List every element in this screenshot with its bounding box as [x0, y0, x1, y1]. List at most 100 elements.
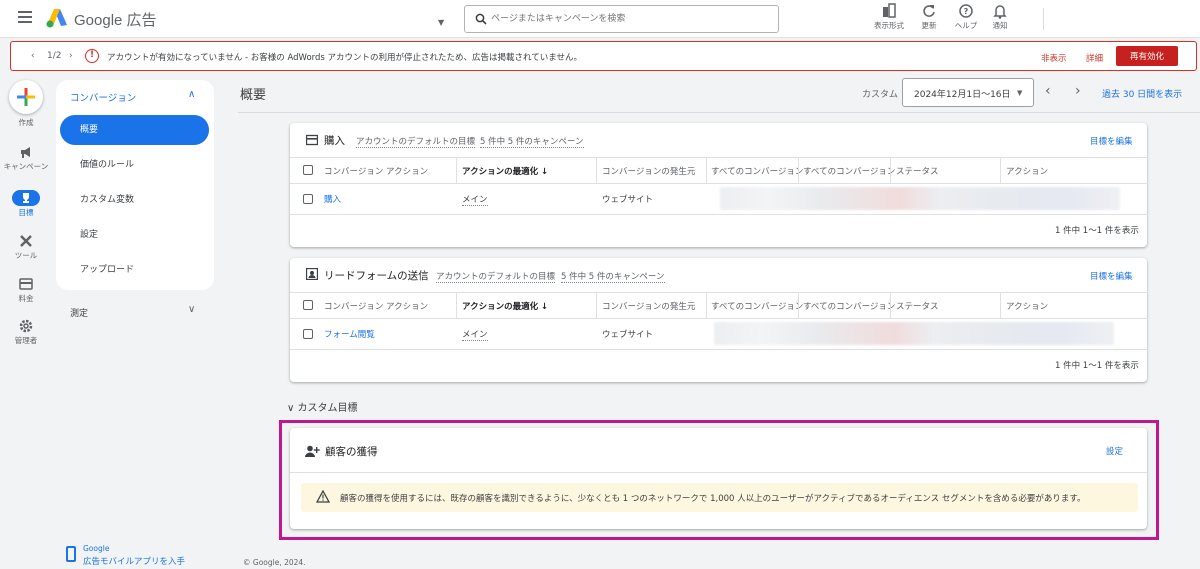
col-action[interactable]: アクション	[1006, 165, 1048, 177]
date-next-icon[interactable]: ›	[1075, 83, 1081, 99]
chevron-up-icon[interactable]: ∧	[188, 89, 195, 100]
optimization-value: メイン	[462, 330, 488, 341]
date-prev-icon[interactable]: ‹	[1045, 83, 1051, 99]
account-dropdown-icon[interactable]: ▼	[438, 18, 444, 27]
col-divider	[890, 158, 891, 184]
search-icon	[475, 13, 487, 25]
acquisition-settings-link[interactable]: 設定	[1106, 445, 1123, 457]
alert-next-icon[interactable]: ›	[69, 51, 73, 61]
alert-hide-link[interactable]: 非表示	[1041, 52, 1067, 64]
reactivate-button[interactable]: 再有効化	[1116, 46, 1178, 66]
purchase-campaign-count[interactable]: 5 件中 5 件のキャンペーン	[480, 135, 584, 148]
warning-icon	[316, 490, 330, 503]
col-action[interactable]: アクション	[1006, 300, 1048, 312]
lead-form-edit-goal-link[interactable]: 目標を編集	[1090, 270, 1133, 282]
google-ads-logo-icon[interactable]	[46, 8, 68, 28]
col-optimization[interactable]: アクションの最適化 ↓	[462, 300, 548, 312]
tools-icon	[20, 235, 32, 247]
search-input[interactable]	[491, 12, 771, 26]
credit-card-icon	[19, 278, 33, 290]
rail-item-admin[interactable]: 管理者	[0, 318, 52, 346]
col-all-conversions-2[interactable]: すべてのコンバージョン	[803, 300, 895, 312]
alert-prev-icon[interactable]: ‹	[31, 51, 35, 61]
header-divider	[238, 112, 1200, 113]
megaphone-icon	[21, 147, 30, 158]
col-all-conversions-1[interactable]: すべてのコンバージョン	[711, 165, 803, 177]
row-checkbox[interactable]	[303, 329, 313, 339]
col-status[interactable]: ステータス	[896, 165, 939, 177]
row-checkbox[interactable]	[303, 194, 313, 204]
col-divider	[798, 293, 799, 319]
lead-form-campaign-count[interactable]: 5 件中 5 件のキャンペーン	[561, 270, 665, 283]
alert-details-link[interactable]: 詳細	[1086, 52, 1103, 64]
purchase-default-goal[interactable]: アカウントのデフォルトの目標	[356, 135, 476, 148]
refresh-button[interactable]: 更新	[909, 3, 949, 31]
bell-icon	[993, 5, 1007, 19]
col-conversion-action[interactable]: コンバージョン アクション	[324, 300, 428, 312]
help-icon: ?	[959, 4, 973, 18]
display-format-icon	[883, 3, 896, 18]
col-source[interactable]: コンバージョンの発生元	[602, 300, 695, 312]
subnav-item-value-rules[interactable]: 価値のルール	[60, 150, 209, 180]
lead-form-default-goal[interactable]: アカウントのデフォルトの目標	[436, 270, 556, 283]
col-divider	[456, 158, 457, 184]
lead-form-goal-card: リードフォームの送信 アカウントのデフォルトの目標 5 件中 5 件のキャンペー…	[290, 258, 1148, 382]
select-all-checkbox[interactable]	[303, 300, 313, 310]
subnav-item-settings[interactable]: 設定	[60, 220, 209, 250]
col-source[interactable]: コンバージョンの発生元	[602, 165, 695, 177]
col-conversion-action[interactable]: コンバージョン アクション	[324, 165, 428, 177]
select-all-checkbox[interactable]	[303, 165, 313, 175]
search-box[interactable]	[464, 5, 779, 33]
refresh-icon	[923, 5, 935, 17]
rail-campaigns-label: キャンペーン	[3, 162, 49, 171]
date-range-select[interactable]: 2024年12月1日〜16日 ▼	[902, 78, 1034, 107]
custom-goals-toggle[interactable]: ∨ カスタム目標	[287, 399, 358, 414]
brand-title: Google 広告	[74, 12, 157, 29]
col-all-conversions-1[interactable]: すべてのコンバージョン	[711, 300, 803, 312]
rail-item-campaigns[interactable]: キャンペーン	[0, 144, 52, 172]
create-button[interactable]	[9, 80, 43, 114]
topbar-divider	[1043, 8, 1044, 30]
date-range-label: カスタム	[862, 90, 899, 100]
col-status[interactable]: ステータス	[896, 300, 939, 312]
account-alert-bar: ‹ 1/2 › ! アカウントが有効になっていません - お客様の AdWord…	[10, 41, 1197, 71]
col-all-conversions-2[interactable]: すべてのコンバージョン	[803, 165, 895, 177]
acquisition-title: 顧客の獲得	[325, 446, 378, 458]
rail-item-goals[interactable]: 目標	[0, 190, 52, 218]
conversion-action-link[interactable]: 購入	[324, 193, 341, 205]
display-format-label: 表示形式	[874, 21, 904, 30]
col-divider	[1000, 158, 1001, 184]
subnav-header[interactable]: コンバージョン	[70, 90, 136, 104]
rail-goals-pill	[12, 190, 40, 206]
subnav-item-custom-variables[interactable]: カスタム変数	[60, 185, 209, 215]
table-row: 購入 メイン ウェブサイト	[290, 183, 1148, 215]
subnav-item-overview[interactable]: 概要	[60, 115, 209, 145]
date-range-value: 2024年12月1日〜16日	[914, 90, 1011, 100]
notifications-button[interactable]: 通知	[980, 3, 1020, 31]
phone-icon	[66, 546, 76, 562]
subnav-item-uploads[interactable]: アップロード	[60, 255, 209, 285]
purchase-edit-goal-link[interactable]: 目標を編集	[1090, 135, 1133, 147]
optimization-value: メイン	[462, 195, 488, 206]
mobile-app-text[interactable]: 広告モバイルアプリを入手	[83, 555, 185, 567]
subnav-measure[interactable]: 測定	[70, 306, 88, 319]
col-divider	[706, 293, 707, 319]
last-30-days-link[interactable]: 過去 30 日間を表示	[1102, 87, 1182, 100]
rail-item-tools[interactable]: ツール	[0, 233, 52, 261]
warning-text: 顧客の獲得を使用するには、既存の顧客を識別できるように、少なくとも 1 つのネッ…	[340, 494, 1086, 504]
card-divider	[290, 472, 1147, 473]
rail-item-billing[interactable]: 料金	[0, 276, 52, 304]
alert-message: アカウントが有効になっていません - お客様の AdWords アカウントの利用…	[107, 53, 583, 63]
col-optimization[interactable]: アクションの最適化 ↓	[462, 165, 548, 177]
col-optimization-label: アクションの最適化	[462, 302, 539, 312]
trophy-icon	[23, 193, 29, 203]
chevron-down-icon[interactable]: ∨	[188, 304, 195, 315]
col-divider	[798, 158, 799, 184]
display-format-button[interactable]: 表示形式	[869, 3, 909, 31]
page-title: 概要	[240, 88, 267, 103]
menu-icon[interactable]	[18, 11, 32, 25]
col-divider	[596, 293, 597, 319]
conversion-action-link[interactable]: フォーム閲覧	[324, 328, 375, 340]
mobile-app-brand: Google	[83, 544, 110, 553]
contact-card-icon	[306, 268, 318, 280]
